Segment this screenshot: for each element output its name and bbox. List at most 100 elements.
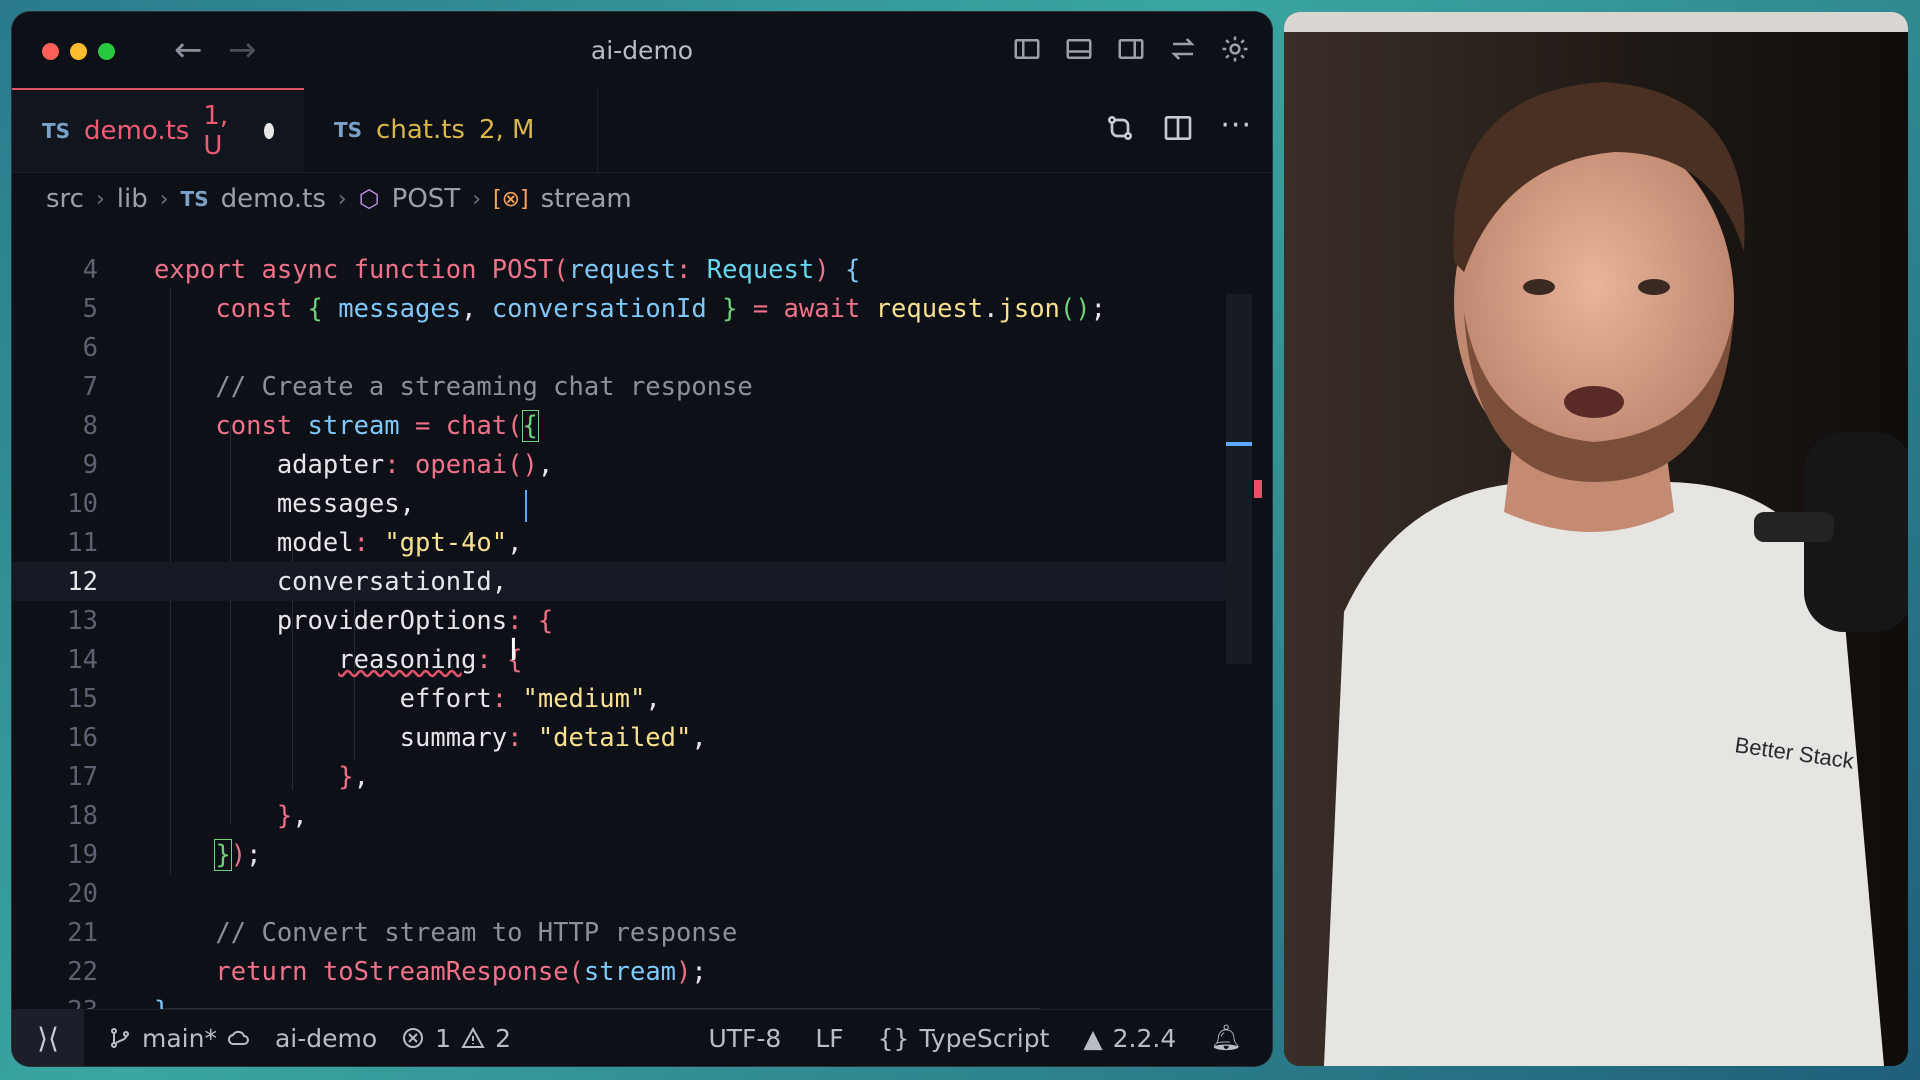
tab-label: demo.ts xyxy=(84,116,190,146)
code-line: 18 }, xyxy=(12,796,1242,835)
title-bar: ← → ai-demo xyxy=(12,12,1272,88)
language-label: TypeScript xyxy=(919,1023,1050,1053)
project-name: ai-demo xyxy=(274,1023,378,1053)
bell-icon[interactable]: 🔔︎ xyxy=(1210,1023,1242,1053)
version-indicator[interactable]: ▲ 2.2.4 xyxy=(1083,1024,1176,1053)
code-line: 5 const { messages, conversationId } = a… xyxy=(12,289,1242,328)
code-line: 15 effort: "medium", xyxy=(12,679,1242,718)
split-editor-icon[interactable] xyxy=(1162,112,1194,148)
branch-name: main* xyxy=(142,1023,217,1053)
warning-triangle-icon xyxy=(461,1026,485,1048)
code-comment: // Create a streaming chat response xyxy=(154,371,753,402)
toggle-secondary-sidebar-icon[interactable] xyxy=(1114,32,1148,66)
code-line-active: 12 conversationId, xyxy=(12,562,1242,601)
line-number: 8 xyxy=(82,410,98,441)
variable-icon: [⊗] xyxy=(493,186,529,212)
breadcrumb: src › lib › TS demo.ts › ⬡ POST › [⊗] st… xyxy=(46,184,632,214)
code-line: 7 // Create a streaming chat response xyxy=(12,367,1242,406)
code-line: 9 adapter: openai(), xyxy=(12,445,1242,484)
code-text: reasoning: { xyxy=(338,644,523,675)
code-comment: // Convert stream to HTTP response xyxy=(154,917,738,948)
chevron-right-icon: › xyxy=(337,186,347,212)
error-marker xyxy=(1254,480,1262,498)
code-line: 11 model: "gpt-4o", xyxy=(12,523,1242,562)
breadcrumb-src[interactable]: src xyxy=(46,184,84,214)
line-number: 17 xyxy=(67,761,98,792)
typescript-file-icon: TS xyxy=(334,118,363,142)
code-text: model: "gpt-4o", xyxy=(154,527,523,558)
swap-icon[interactable] xyxy=(1166,32,1200,66)
line-number: 21 xyxy=(67,917,98,948)
tab-status: 1, U xyxy=(203,101,229,161)
eol-indicator[interactable]: LF xyxy=(815,1024,843,1053)
presenter-image: Better Stack xyxy=(1284,12,1908,1066)
breadcrumb-variable[interactable]: stream xyxy=(541,184,632,214)
braces-icon: {} xyxy=(877,1023,910,1053)
toggle-sidebar-icon[interactable] xyxy=(1010,32,1044,66)
line-number: 22 xyxy=(67,956,98,987)
code-line: 14 reasoning: { xyxy=(12,640,1242,679)
status-bar: ⟩⟨ main* ai-demo 1 2 UTF-8 LF {} TypeScr… xyxy=(12,1009,1272,1066)
tab-status: 2, M xyxy=(478,115,535,145)
tab-bar: TS demo.ts 1, U TS chat.ts 2, M ··· xyxy=(12,88,1272,173)
cloud-sync-icon[interactable] xyxy=(227,1026,251,1050)
encoding-indicator[interactable]: UTF-8 xyxy=(708,1024,781,1053)
code-line: 21 // Convert stream to HTTP response xyxy=(12,913,1242,952)
code-line: 19 }); xyxy=(12,835,1242,874)
code-text: }, xyxy=(276,800,308,831)
code-line: 4 export async function POST(request: Re… xyxy=(12,250,1242,289)
line-number: 7 xyxy=(82,371,98,402)
line-number: 15 xyxy=(67,683,98,714)
code-line: 6 xyxy=(12,328,1242,367)
line-number: 10 xyxy=(67,488,98,519)
remote-connection-icon[interactable]: ⟩⟨ xyxy=(12,1010,84,1066)
tab-chat-ts[interactable]: TS chat.ts 2, M xyxy=(304,88,598,172)
error-count: 1 xyxy=(435,1023,452,1053)
code-text: effort: "medium", xyxy=(154,683,661,714)
chevron-right-icon: › xyxy=(472,186,481,212)
project-name-item[interactable]: ai-demo xyxy=(275,1024,377,1053)
compare-changes-icon[interactable] xyxy=(1104,112,1136,148)
code-line: 20 xyxy=(12,874,1242,913)
code-line: 17 }, xyxy=(12,757,1242,796)
line-number: 20 xyxy=(67,878,98,909)
problems-indicator[interactable]: 1 2 xyxy=(401,1024,511,1053)
line-number: 16 xyxy=(67,722,98,753)
line-number: 11 xyxy=(67,527,98,558)
line-number: 12 xyxy=(67,566,98,597)
scrollbar-vertical[interactable] xyxy=(1226,294,1252,664)
more-actions-icon[interactable]: ··· xyxy=(1220,111,1252,148)
typescript-file-icon: TS xyxy=(42,119,71,143)
tab-label: chat.ts xyxy=(376,115,465,145)
webcam-video: Better Stack xyxy=(1284,12,1908,1066)
toggle-panel-icon[interactable] xyxy=(1062,32,1096,66)
breadcrumb-symbol[interactable]: POST xyxy=(392,184,461,214)
code-text: return toStreamResponse(stream); xyxy=(215,956,707,987)
error-circle-icon xyxy=(403,1028,424,1048)
editor-window: ← → ai-demo TS demo.ts 1, U TS chat.ts 2… xyxy=(12,12,1272,1066)
unsaved-dot-icon[interactable] xyxy=(264,123,274,139)
line-number: 13 xyxy=(67,605,98,636)
code-text: }, xyxy=(338,761,369,792)
tab-demo-ts[interactable]: TS demo.ts 1, U xyxy=(12,88,304,172)
chevron-right-icon: › xyxy=(95,186,105,212)
line-number: 14 xyxy=(67,644,98,675)
line-number: 9 xyxy=(82,449,98,480)
gear-icon[interactable] xyxy=(1218,32,1252,66)
breadcrumb-file[interactable]: demo.ts xyxy=(221,184,326,214)
code-editor[interactable]: 4 export async function POST(request: Re… xyxy=(12,250,1242,1030)
method-cube-icon: ⬡ xyxy=(358,185,380,213)
triangle-logo-icon: ▲ xyxy=(1083,1023,1103,1053)
breadcrumb-lib[interactable]: lib xyxy=(117,184,148,214)
code-text: summary: "detailed", xyxy=(154,722,707,753)
language-mode[interactable]: {} TypeScript xyxy=(878,1024,1050,1053)
version-label: 2.2.4 xyxy=(1112,1023,1177,1053)
branch-indicator[interactable]: main* xyxy=(108,1024,251,1053)
line-number: 5 xyxy=(82,293,98,324)
line-number: 6 xyxy=(82,332,98,363)
code-text: const stream = chat({ xyxy=(215,409,539,442)
code-text: providerOptions: { xyxy=(154,605,554,636)
typescript-file-icon: TS xyxy=(180,187,209,211)
code-text: export async function POST(request: Requ… xyxy=(154,254,861,285)
code-line: 16 summary: "detailed", xyxy=(12,718,1242,757)
